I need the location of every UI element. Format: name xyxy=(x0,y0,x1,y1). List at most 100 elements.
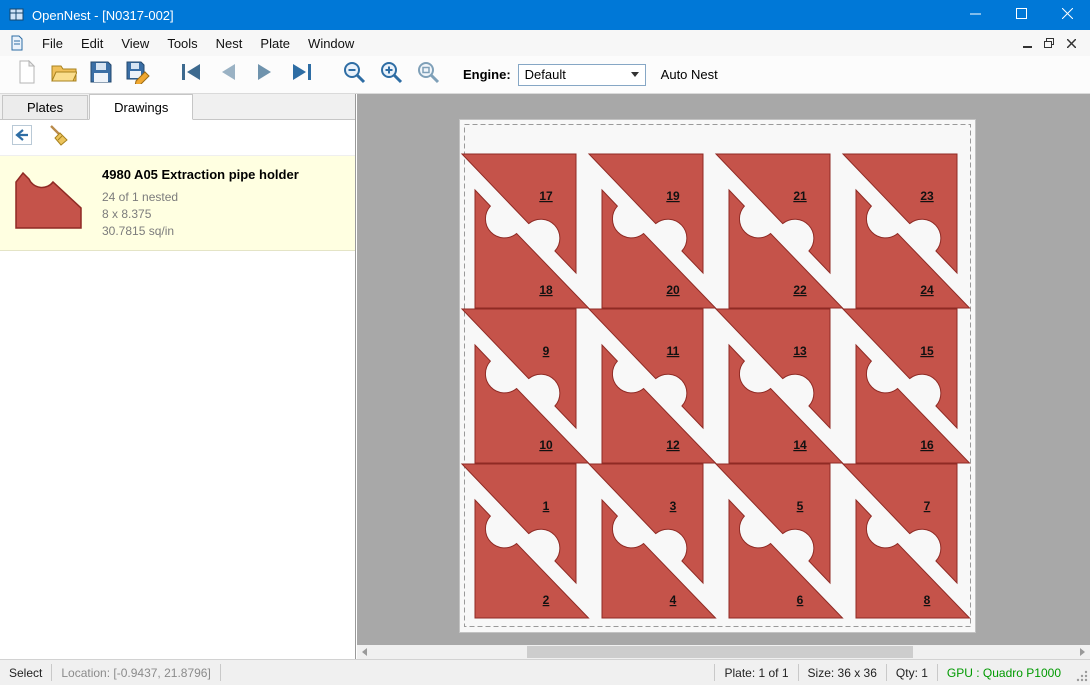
part-number: 20 xyxy=(666,283,680,297)
tab-drawings[interactable]: Drawings xyxy=(89,94,193,120)
drawings-toolbar xyxy=(0,120,355,156)
part-number: 5 xyxy=(797,499,804,513)
resize-grip-icon xyxy=(1076,670,1088,682)
part-number: 17 xyxy=(539,189,553,203)
menu-window[interactable]: Window xyxy=(299,32,363,55)
engine-value: Default xyxy=(525,67,566,82)
scroll-right-button[interactable] xyxy=(1075,645,1090,659)
scrollbar-thumb[interactable] xyxy=(527,646,914,658)
part-number: 13 xyxy=(793,344,807,358)
nest-view[interactable]: 171819202122232491011121314151612345678 xyxy=(460,120,975,632)
tab-plates-label: Plates xyxy=(27,100,63,115)
broom-icon xyxy=(47,124,69,151)
status-qty: Qty: 1 xyxy=(887,666,937,680)
chevron-down-icon xyxy=(631,72,639,77)
clean-button[interactable] xyxy=(42,123,74,153)
nav-first-button[interactable] xyxy=(172,58,209,91)
part-number: 9 xyxy=(543,344,550,358)
import-drawing-button[interactable] xyxy=(6,123,38,153)
maximize-button[interactable] xyxy=(998,0,1044,30)
part-pair: 13 14 xyxy=(716,309,843,463)
part-number: 14 xyxy=(793,438,807,452)
part-number: 19 xyxy=(666,189,680,203)
status-size: Size: 36 x 36 xyxy=(799,666,886,680)
nav-last-button[interactable] xyxy=(283,58,320,91)
nav-next-button[interactable] xyxy=(246,58,283,91)
save-button[interactable] xyxy=(82,58,119,91)
open-button[interactable] xyxy=(45,58,82,91)
part-pair: 910 xyxy=(462,309,589,463)
nest-canvas[interactable]: 171819202122232491011121314151612345678 xyxy=(357,94,1090,645)
part-number: 21 xyxy=(793,189,807,203)
window-controls xyxy=(952,0,1090,30)
tab-plates[interactable]: Plates xyxy=(2,95,88,119)
scroll-right-icon xyxy=(1080,648,1085,656)
drawing-title: 4980 A05 Extraction pipe holder xyxy=(102,167,299,182)
mdi-window-controls xyxy=(1016,34,1082,52)
drawing-thumbnail xyxy=(8,162,90,242)
nav-first-icon xyxy=(179,62,203,87)
status-bar: Select Location: [-0.9437, 21.8796] Plat… xyxy=(0,659,1090,685)
part-number: 24 xyxy=(920,283,934,297)
part-number: 2 xyxy=(543,593,550,607)
save-as-button[interactable] xyxy=(119,58,156,91)
part-number: 1 xyxy=(543,499,550,513)
part-pair: 23 24 xyxy=(843,154,970,308)
zoom-out-button[interactable] xyxy=(336,58,373,91)
menu-tools[interactable]: Tools xyxy=(158,32,206,55)
part-number: 23 xyxy=(920,189,934,203)
auto-nest-label[interactable]: Auto Nest xyxy=(661,67,718,82)
new-file-icon xyxy=(17,60,37,89)
part-pair: 12 xyxy=(462,464,589,618)
mdi-minimize-button[interactable] xyxy=(1016,34,1038,52)
scrollbar-track[interactable] xyxy=(372,645,1075,659)
part-shape-icon xyxy=(13,170,85,234)
minimize-button[interactable] xyxy=(952,0,998,30)
part-number: 11 xyxy=(667,344,680,358)
part-number: 3 xyxy=(670,499,677,513)
drawing-list-item[interactable]: 4980 A05 Extraction pipe holder 24 of 1 … xyxy=(0,156,355,251)
status-separator xyxy=(220,664,221,681)
part-pair: 78 xyxy=(843,464,970,618)
scroll-left-button[interactable] xyxy=(357,645,372,659)
zoom-fit-icon xyxy=(417,61,440,89)
menu-view[interactable]: View xyxy=(112,32,158,55)
menu-file[interactable]: File xyxy=(33,32,72,55)
new-button[interactable] xyxy=(8,58,45,91)
scroll-left-icon xyxy=(362,648,367,656)
nav-last-icon xyxy=(290,62,314,87)
minimize-icon xyxy=(970,6,981,24)
drawing-size: 8 x 8.375 xyxy=(102,206,299,223)
nav-previous-button[interactable] xyxy=(209,58,246,91)
menu-plate[interactable]: Plate xyxy=(251,32,299,55)
plate[interactable]: 171819202122232491011121314151612345678 xyxy=(460,120,975,632)
zoom-in-button[interactable] xyxy=(373,58,410,91)
drawing-nested-count: 24 of 1 nested xyxy=(102,189,299,206)
mdi-restore-button[interactable] xyxy=(1038,34,1060,52)
open-folder-icon xyxy=(51,62,77,88)
part-pair: 1920 xyxy=(589,154,716,308)
part-number: 15 xyxy=(920,344,934,358)
sidebar: Plates Drawings 4980 A05 Extraction pipe… xyxy=(0,94,356,659)
document-icon xyxy=(10,35,24,51)
zoom-in-icon xyxy=(380,61,403,89)
horizontal-scrollbar[interactable] xyxy=(357,645,1090,659)
status-plate: Plate: 1 of 1 xyxy=(715,666,797,680)
engine-combobox[interactable]: Default xyxy=(518,64,646,86)
nav-next-icon xyxy=(253,62,277,87)
menu-edit[interactable]: Edit xyxy=(72,32,112,55)
engine-label: Engine: xyxy=(463,67,511,82)
status-location: Location: [-0.9437, 21.8796] xyxy=(52,666,219,680)
zoom-fit-button[interactable] xyxy=(410,58,447,91)
part-number: 6 xyxy=(797,593,804,607)
menu-nest[interactable]: Nest xyxy=(207,32,252,55)
import-arrow-icon xyxy=(11,124,33,151)
close-button[interactable] xyxy=(1044,0,1090,30)
sidebar-tabs: Plates Drawings xyxy=(0,94,355,120)
part-number: 8 xyxy=(924,593,931,607)
part-pair: 1516 xyxy=(843,309,970,463)
mdi-close-button[interactable] xyxy=(1060,34,1082,52)
part-pair: 56 xyxy=(716,464,843,618)
part-number: 7 xyxy=(924,499,931,513)
resize-grip[interactable] xyxy=(1072,662,1088,682)
